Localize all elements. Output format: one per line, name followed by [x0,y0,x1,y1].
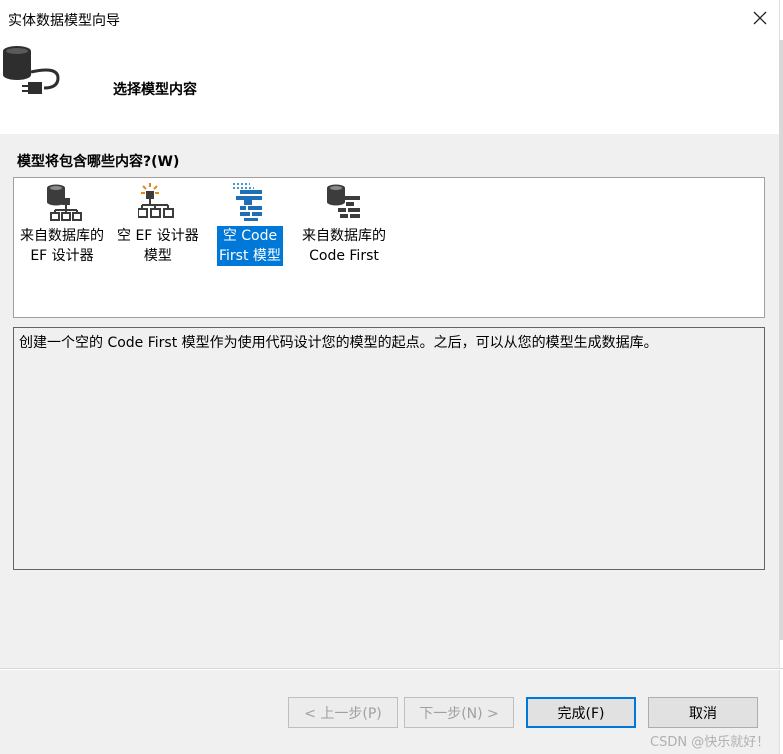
next-button[interactable]: 下一步(N) > [404,697,514,728]
close-icon [753,11,767,25]
model-content-list[interactable]: 来自数据库的 EF 设计器 空 EF 设计器 模型 空 Code First 模… [13,177,765,318]
content-question-label: 模型将包含哪些内容?(W) [17,154,180,170]
option-label-line2: 模型 [143,248,172,264]
window-title: 实体数据模型向导 [8,13,120,29]
previous-button-label: < 上一步(P) [304,705,382,722]
option-label-line1: 空 EF 设计器 [117,228,199,244]
footer-separator [0,668,783,670]
option-label-line2: EF 设计器 [30,248,94,264]
cancel-button-label: 取消 [689,705,717,722]
option-label-line2: First 模型 [219,248,281,264]
option-ef-designer-from-database[interactable]: 来自数据库的 EF 设计器 [18,182,106,266]
option-label-line2: Code First [309,248,379,264]
database-connect-icon [3,46,60,94]
description-panel: 创建一个空的 Code First 模型作为使用代码设计您的模型的起点。之后，可… [13,327,765,570]
option-label-line1: 来自数据库的 [20,228,104,244]
database-code-first-icon [327,184,360,218]
database-designer-icon [47,184,82,221]
window-edge-shade [779,40,783,640]
previous-button[interactable]: < 上一步(P) [288,697,398,728]
option-empty-ef-designer[interactable]: 空 EF 设计器 模型 [115,182,201,266]
option-label-line1: 空 Code [222,228,278,244]
title-bar: 实体数据模型向导 [0,0,783,36]
option-code-first-from-database[interactable]: 来自数据库的 Code First [300,182,388,266]
finish-button[interactable]: 完成(F) [526,697,636,728]
close-button[interactable] [737,0,783,36]
empty-designer-icon [137,183,174,218]
cancel-button[interactable]: 取消 [648,697,758,728]
option-label-line1: 来自数据库的 [302,228,386,244]
watermark: CSDN @快乐就好！ [650,735,770,750]
page-title: 选择模型内容 [113,82,197,98]
option-empty-code-first[interactable]: 空 Code First 模型 [217,182,283,266]
finish-button-label: 完成(F) [557,705,605,722]
next-button-label: 下一步(N) > [419,705,499,722]
wizard-header: 选择模型内容 [0,36,783,134]
description-text: 创建一个空的 Code First 模型作为使用代码设计您的模型的起点。之后，可… [19,335,658,351]
empty-code-first-icon [232,183,262,221]
